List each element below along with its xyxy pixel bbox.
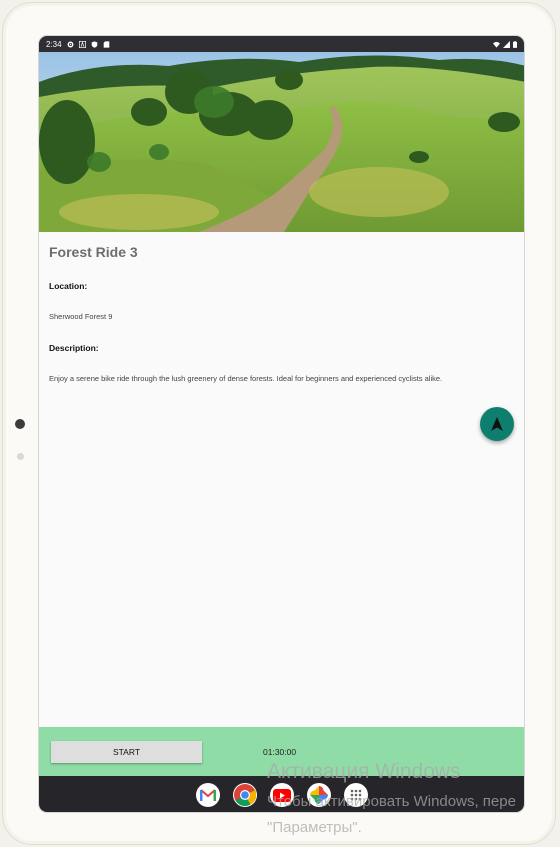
status-bar: 2:34 [39, 36, 524, 52]
gear-icon [67, 41, 74, 47]
photos-icon[interactable] [306, 783, 331, 807]
a-icon [78, 40, 86, 48]
front-camera [15, 419, 25, 429]
wifi-icon [493, 41, 500, 48]
shield-icon [91, 40, 97, 48]
description-value: Enjoy a serene bike ride through the lus… [49, 374, 443, 383]
location-label: Location: [49, 281, 88, 291]
location-value: Sherwood Forest 9 [49, 312, 113, 321]
description-label: Description: [49, 343, 99, 353]
gmail-icon[interactable] [195, 783, 220, 807]
app-dock [39, 776, 524, 812]
ride-details: Forest Ride 3 Location: Sherwood Forest … [49, 244, 514, 383]
ride-title: Forest Ride 3 [49, 244, 138, 260]
youtube-icon[interactable] [269, 783, 294, 807]
navigation-arrow-icon [491, 417, 503, 431]
app-launcher-icon[interactable] [343, 783, 368, 807]
start-button[interactable]: START [51, 741, 202, 763]
battery-icon [513, 40, 517, 48]
chrome-icon[interactable] [232, 783, 257, 807]
sd-card-icon [103, 40, 109, 48]
sensor-dot [17, 453, 24, 460]
hero-image [39, 52, 524, 232]
screen: 2:34 Forest Ride 3 Location: Sherwood Fo… [38, 35, 525, 813]
status-time: 2:34 [46, 39, 62, 49]
timer: 01:30:00 [263, 747, 297, 757]
signal-icon [503, 40, 510, 48]
bottom-bar: START 01:30:00 [39, 727, 524, 776]
navigate-fab[interactable] [480, 407, 514, 441]
